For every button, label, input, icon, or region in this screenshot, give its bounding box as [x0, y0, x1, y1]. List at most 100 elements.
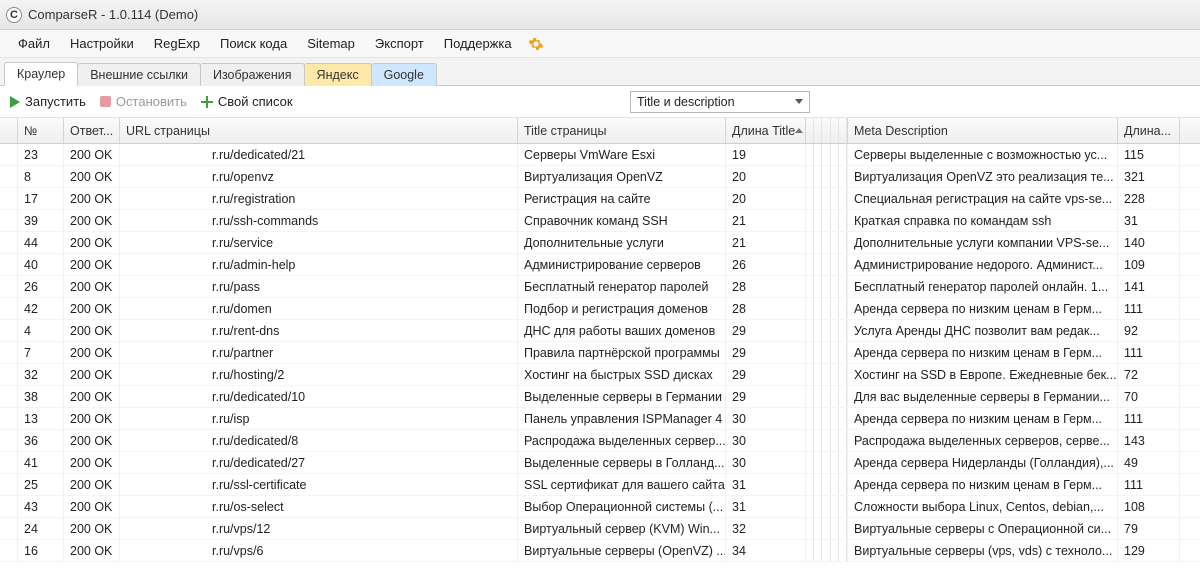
grid-body: 23200 OKr.ru/dedicated/21Серверы VmWare …	[0, 144, 1200, 562]
cell-title: Панель управления ISPManager 4	[518, 408, 726, 429]
title-bar: C ComparseR - 1.0.114 (Demo)	[0, 0, 1200, 30]
cell-num: 40	[18, 254, 64, 275]
menu-regexp[interactable]: RegExp	[146, 32, 208, 55]
stop-label: Остановить	[116, 94, 187, 109]
col-url[interactable]: URL страницы	[120, 118, 518, 143]
grid-header: № Ответ... URL страницы Title страницы Д…	[0, 118, 1200, 144]
cell-meta-length: 49	[1118, 452, 1180, 473]
data-grid: № Ответ... URL страницы Title страницы Д…	[0, 118, 1200, 574]
tab-extlinks[interactable]: Внешние ссылки	[77, 63, 201, 86]
menu-support[interactable]: Поддержка	[436, 32, 520, 55]
cell-title-length: 28	[726, 298, 806, 319]
menu-export[interactable]: Экспорт	[367, 32, 432, 55]
table-row[interactable]: 8200 OKr.ru/openvzВиртуализация OpenVZ20…	[0, 166, 1200, 188]
row-selector[interactable]	[0, 364, 18, 385]
menu-file[interactable]: Файл	[10, 32, 58, 55]
tab-google[interactable]: Google	[371, 63, 437, 86]
table-row[interactable]: 32200 OKr.ru/hosting/2Хостинг на быстрых…	[0, 364, 1200, 386]
row-selector[interactable]	[0, 320, 18, 341]
cell-title-length: 30	[726, 408, 806, 429]
custom-list-button[interactable]: Свой список	[201, 94, 293, 109]
tab-crawler[interactable]: Краулер	[4, 62, 78, 86]
cell-meta-length: 143	[1118, 430, 1180, 451]
table-row[interactable]: 36200 OKr.ru/dedicated/8Распродажа выдел…	[0, 430, 1200, 452]
table-row[interactable]: 44200 OKr.ru/serviceДополнительные услуг…	[0, 232, 1200, 254]
table-row[interactable]: 40200 OKr.ru/admin-helpАдминистрирование…	[0, 254, 1200, 276]
cell-answer: 200 OK	[64, 166, 120, 187]
cell-meta-length: 111	[1118, 474, 1180, 495]
menu-codesearch[interactable]: Поиск кода	[212, 32, 295, 55]
cell-meta-length: 141	[1118, 276, 1180, 297]
row-selector[interactable]	[0, 452, 18, 473]
cell-answer: 200 OK	[64, 474, 120, 495]
cell-answer: 200 OK	[64, 496, 120, 517]
row-selector[interactable]	[0, 166, 18, 187]
row-selector[interactable]	[0, 540, 18, 561]
row-selector[interactable]	[0, 342, 18, 363]
col-meta[interactable]: Meta Description	[848, 118, 1118, 143]
table-row[interactable]: 16200 OKr.ru/vps/6Виртуальные серверы (O…	[0, 540, 1200, 562]
row-selector[interactable]	[0, 254, 18, 275]
menu-sitemap[interactable]: Sitemap	[299, 32, 363, 55]
table-row[interactable]: 38200 OKr.ru/dedicated/10Выделенные серв…	[0, 386, 1200, 408]
table-row[interactable]: 24200 OKr.ru/vps/12Виртуальный сервер (K…	[0, 518, 1200, 540]
cell-title: Подбор и регистрация доменов	[518, 298, 726, 319]
cell-num: 39	[18, 210, 64, 231]
cell-url: r.ru/vps/6	[120, 540, 518, 561]
row-selector[interactable]	[0, 210, 18, 231]
table-row[interactable]: 17200 OKr.ru/registrationРегистрация на …	[0, 188, 1200, 210]
cell-num: 4	[18, 320, 64, 341]
chevron-down-icon	[795, 99, 803, 104]
row-selector[interactable]	[0, 276, 18, 297]
tab-images[interactable]: Изображения	[200, 63, 305, 86]
gear-icon[interactable]	[528, 36, 544, 52]
filter-select[interactable]: Title и description	[630, 91, 810, 113]
cell-num: 43	[18, 496, 64, 517]
row-selector[interactable]	[0, 298, 18, 319]
cell-title: Серверы VmWare Esxi	[518, 144, 726, 165]
cell-meta-length: 111	[1118, 342, 1180, 363]
cell-answer: 200 OK	[64, 254, 120, 275]
cell-title-length: 29	[726, 320, 806, 341]
cell-title: Бесплатный генератор паролей	[518, 276, 726, 297]
col-title[interactable]: Title страницы	[518, 118, 726, 143]
row-selector-header[interactable]	[0, 118, 18, 143]
cell-spacer	[806, 342, 848, 363]
row-selector[interactable]	[0, 408, 18, 429]
cell-title: ДНС для работы ваших доменов	[518, 320, 726, 341]
table-row[interactable]: 23200 OKr.ru/dedicated/21Серверы VmWare …	[0, 144, 1200, 166]
table-row[interactable]: 42200 OKr.ru/domenПодбор и регистрация д…	[0, 298, 1200, 320]
stop-button[interactable]: Остановить	[100, 94, 187, 109]
table-row[interactable]: 43200 OKr.ru/os-selectВыбор Операционной…	[0, 496, 1200, 518]
row-selector[interactable]	[0, 430, 18, 451]
row-selector[interactable]	[0, 232, 18, 253]
row-selector[interactable]	[0, 188, 18, 209]
custom-list-label: Свой список	[218, 94, 293, 109]
table-row[interactable]: 7200 OKr.ru/partnerПравила партнёрской п…	[0, 342, 1200, 364]
table-row[interactable]: 25200 OKr.ru/ssl-certificateSSL сертифик…	[0, 474, 1200, 496]
table-row[interactable]: 41200 OKr.ru/dedicated/27Выделенные серв…	[0, 452, 1200, 474]
cell-meta: Аренда сервера Нидерланды (Голландия),..…	[848, 452, 1118, 473]
row-selector[interactable]	[0, 144, 18, 165]
menu-settings[interactable]: Настройки	[62, 32, 142, 55]
table-row[interactable]: 13200 OKr.ru/ispПанель управления ISPMan…	[0, 408, 1200, 430]
col-meta-length[interactable]: Длина...	[1118, 118, 1180, 143]
sort-asc-icon	[795, 128, 803, 133]
cell-num: 17	[18, 188, 64, 209]
table-row[interactable]: 26200 OKr.ru/passБесплатный генератор па…	[0, 276, 1200, 298]
cell-spacer	[806, 210, 848, 231]
row-selector[interactable]	[0, 474, 18, 495]
start-button[interactable]: Запустить	[10, 94, 86, 109]
row-selector[interactable]	[0, 386, 18, 407]
row-selector[interactable]	[0, 518, 18, 539]
row-selector[interactable]	[0, 496, 18, 517]
table-row[interactable]: 4200 OKr.ru/rent-dnsДНС для работы ваших…	[0, 320, 1200, 342]
col-num[interactable]: №	[18, 118, 64, 143]
play-icon	[10, 96, 20, 108]
col-title-length[interactable]: Длина Title	[726, 118, 806, 143]
tab-yandex[interactable]: Яндекс	[304, 63, 372, 86]
col-spacer[interactable]	[806, 118, 848, 143]
cell-url: r.ru/dedicated/27	[120, 452, 518, 473]
table-row[interactable]: 39200 OKr.ru/ssh-commandsСправочник кома…	[0, 210, 1200, 232]
col-answer[interactable]: Ответ...	[64, 118, 120, 143]
